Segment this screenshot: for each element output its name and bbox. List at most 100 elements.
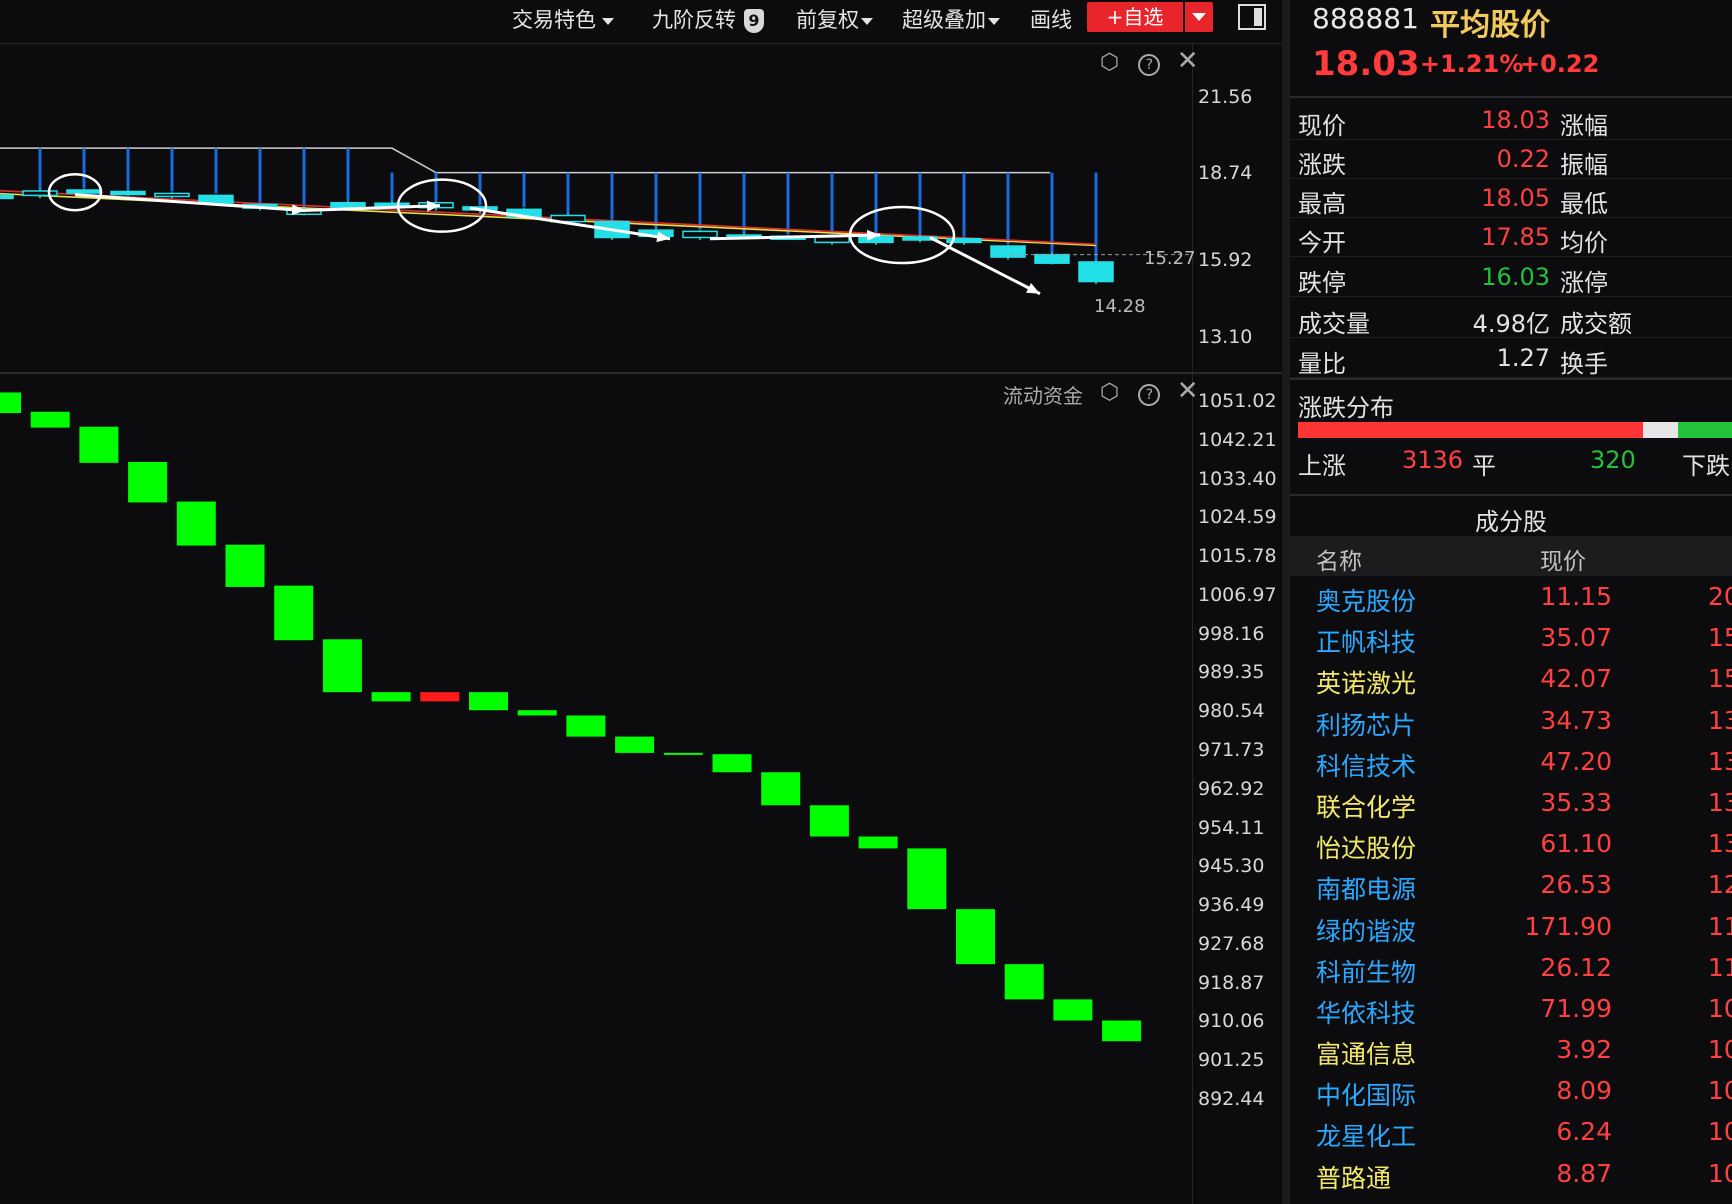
flow-capital-chart: [0, 392, 1142, 1042]
component-row[interactable]: 利扬芯片 34.73 13: [1290, 702, 1732, 743]
candle-body: [198, 194, 234, 204]
low-price-annotation: 14.28: [1094, 296, 1146, 317]
candlestick-pane[interactable]: 21.56 18.74 15.92 13.10 15.27 14.28 ⬡ ? …: [0, 44, 1282, 372]
chevron-down-icon: [602, 17, 614, 25]
component-name: 绿的谐波: [1316, 916, 1417, 946]
help-icon[interactable]: ?: [1138, 54, 1161, 76]
nine-badge-icon: 9: [744, 9, 764, 33]
component-change: 15: [1708, 664, 1732, 694]
component-row[interactable]: 科前生物 26.12 11: [1290, 949, 1732, 990]
quote-row: 跌停 16.03 涨停: [1290, 259, 1732, 297]
component-name: 龙星化工: [1316, 1122, 1417, 1152]
quote-row: 现价 18.03 涨幅: [1290, 102, 1732, 140]
component-row[interactable]: 绿的谐波 171.90 11: [1290, 908, 1732, 949]
flow-axis-label: 980.54: [1198, 700, 1265, 723]
adjust-dropdown[interactable]: 前复权: [796, 4, 873, 34]
close-icon[interactable]: ✕: [1177, 378, 1199, 404]
candle-body: [154, 192, 190, 198]
component-row[interactable]: 南都电源 26.53 12: [1290, 866, 1732, 907]
flow-axis-label: 936.49: [1198, 894, 1265, 917]
quote-value: 17.85: [1481, 223, 1550, 251]
component-price: 26.53: [1540, 870, 1612, 900]
flow-axis-label: 1024.59: [1198, 506, 1277, 529]
add-watchlist-button[interactable]: +自选: [1087, 2, 1183, 32]
flow-bar: [225, 544, 265, 587]
candle-body: [1034, 253, 1070, 264]
component-row[interactable]: 富通信息 3.92 10: [1290, 1031, 1732, 1072]
flow-axis-label: 1033.40: [1198, 467, 1277, 490]
chevron-down-icon: [988, 17, 1000, 25]
stock-code: 888881: [1312, 2, 1419, 35]
component-price: 11.15: [1540, 582, 1612, 611]
component-change: 10: [1708, 1117, 1732, 1147]
price-axis-label: 18.74: [1198, 162, 1253, 184]
distribution-flat-segment: [1643, 422, 1679, 438]
component-row[interactable]: 龙星化工 6.24 10: [1290, 1113, 1732, 1154]
ma-value-annotation: 15.27: [1144, 248, 1196, 269]
quote-value: 18.03: [1481, 106, 1550, 134]
component-price: 71.99: [1540, 993, 1612, 1023]
quote-label: 成交额: [1560, 310, 1632, 338]
flow-bar: [469, 692, 508, 711]
flow-bar: [420, 692, 460, 702]
flow-axis-label: 901.25: [1198, 1049, 1265, 1072]
settings-hex-icon[interactable]: ⬡: [1100, 382, 1122, 404]
component-name: 南都电源: [1316, 875, 1417, 905]
flow-bar: [858, 836, 898, 849]
quote-row: 成交量 4.98亿 成交额: [1290, 300, 1732, 338]
component-name: 英诺激光: [1316, 669, 1417, 699]
pane-controls: ⬡ ? ✕: [1090, 48, 1199, 76]
component-row[interactable]: 怡达股份 61.10 13: [1290, 825, 1732, 866]
component-change: 15: [1708, 623, 1732, 653]
component-row[interactable]: 联合化学 35.33 13: [1290, 784, 1732, 825]
flow-bar: [1053, 999, 1093, 1021]
component-change: 10: [1708, 993, 1732, 1023]
down-label: 下跌: [1682, 452, 1730, 480]
flow-bar: [176, 501, 216, 546]
components-title: 成分股: [1475, 508, 1547, 536]
component-price: 34.73: [1540, 705, 1612, 735]
flow-axis-label: 1015.78: [1198, 545, 1277, 568]
quote-row: 今开 17.85 均价: [1290, 219, 1732, 257]
nine-reversal-button[interactable]: 九阶反转 9: [652, 4, 764, 34]
flow-capital-pane[interactable]: 1051.02 1042.21 1033.40 1024.59 1015.78 1006.…: [0, 372, 1282, 1204]
change-percent: +1.21%: [1420, 50, 1524, 78]
col-name-header[interactable]: 名称: [1316, 542, 1362, 576]
flow-bar: [0, 392, 21, 414]
quote-label: 涨跌: [1298, 151, 1346, 179]
close-icon[interactable]: ✕: [1177, 48, 1199, 74]
component-name: 联合化学: [1316, 792, 1417, 822]
candle-body: [1078, 261, 1114, 283]
component-change: 12: [1708, 870, 1732, 900]
adjust-label: 前复权: [796, 8, 859, 32]
candle-body: [990, 245, 1026, 258]
quote-panel: 888881 平均股价 18.03 +1.21% +0.22 现价 18.03 涨幅…: [1282, 0, 1732, 1204]
price-axis-label: 21.56: [1198, 86, 1253, 108]
components-header: 名称 现价: [1290, 536, 1732, 576]
flow-bar: [30, 411, 70, 428]
draw-line-button[interactable]: 画线: [1030, 4, 1072, 34]
component-row[interactable]: 奥克股份 11.15 20: [1290, 578, 1732, 619]
component-price: 6.24: [1556, 1117, 1612, 1147]
col-price-header[interactable]: 现价: [1540, 542, 1586, 576]
trade-feature-dropdown[interactable]: 交易特色: [512, 4, 614, 34]
component-row[interactable]: 华依科技 71.99 10: [1290, 990, 1732, 1031]
chart-toolbar: 交易特色 九阶反转 9 前复权 超级叠加 画线 +自选: [0, 0, 1282, 44]
component-change: 10: [1708, 1076, 1732, 1106]
flow-capital-label: 流动资金: [1003, 384, 1083, 408]
component-row[interactable]: 英诺激光 42.07 15: [1290, 660, 1732, 701]
layout-toggle-icon[interactable]: [1238, 4, 1266, 30]
component-row[interactable]: 普路通 8.87 10: [1290, 1155, 1732, 1196]
component-row[interactable]: 中化国际 8.09 10: [1290, 1072, 1732, 1113]
component-price: 26.12: [1540, 952, 1612, 982]
component-row[interactable]: 科信技术 47.20 13: [1290, 743, 1732, 784]
flow-bar: [956, 909, 995, 965]
add-watchlist-dropdown[interactable]: [1185, 2, 1213, 32]
divider: [1290, 494, 1732, 496]
quote-label: 最高: [1298, 190, 1346, 218]
overlay-dropdown[interactable]: 超级叠加: [902, 4, 1000, 34]
settings-hex-icon[interactable]: ⬡: [1100, 52, 1122, 74]
component-row[interactable]: 正帆科技 35.07 15: [1290, 619, 1732, 660]
component-name: 科前生物: [1316, 957, 1417, 987]
help-icon[interactable]: ?: [1138, 384, 1161, 406]
